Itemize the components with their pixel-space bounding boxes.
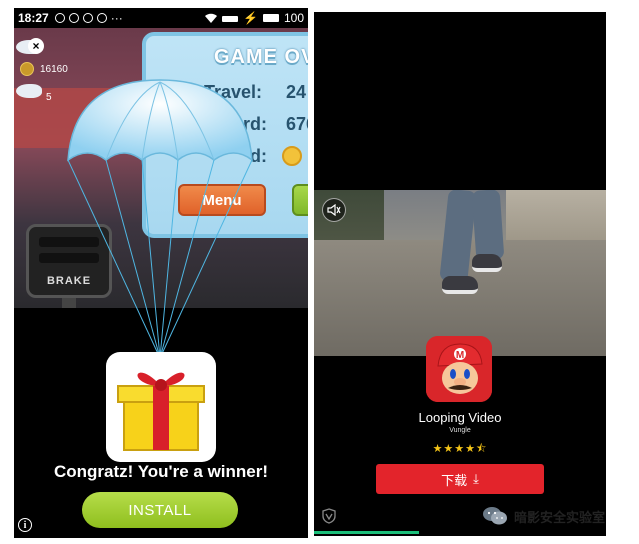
gold-coin-icon [282,146,302,166]
battery-icon [262,14,279,22]
download-label: 下载 [441,472,468,488]
mario-icon: M [426,336,492,402]
shield-icon[interactable] [322,508,336,524]
signal-icon [222,16,239,22]
download-icon: ⤓ [473,471,479,486]
svg-text:M: M [456,350,464,361]
speaker-muted-icon [327,204,341,216]
panel-title: GAME OV [214,46,308,68]
watermark-text: 暗影安全实验室 [514,509,606,525]
coin-icon [20,62,34,76]
charging-icon: ⚡ [243,11,258,25]
gift-app-icon[interactable] [106,352,216,462]
status-right: ⚡ 100 [205,11,304,25]
play-again-button[interactable] [292,184,308,216]
app-title: Looping Video [418,410,502,425]
video-scene-leg [471,190,505,261]
status-bar: 18:27 ··· ⚡ 100 [14,8,308,28]
video-scene-shoe [442,276,478,294]
rating-stars: ★★★★⯪ [432,443,488,455]
travel-value: 24 [286,82,307,102]
install-button[interactable]: INSTALL [82,492,238,528]
lives-count: 5 [46,92,52,103]
mute-icon[interactable] [322,198,346,222]
battery-level: 100 [283,11,304,25]
right-phone-screen: M Looping Video Vungle ★★★★⯪ 下载 ⤓ [314,12,606,536]
record-value: 676 [286,114,308,134]
download-button[interactable]: 下载 ⤓ [376,464,544,494]
gift-box-icon [117,372,205,451]
left-phone-screen: 18:27 ··· ⚡ 100 × 16160 5 GAME OV Travel… [14,8,308,538]
video-player[interactable] [314,190,606,356]
info-icon[interactable]: i [18,518,32,532]
parachute-icon [67,79,253,359]
close-ad-button[interactable]: × [28,38,44,54]
status-time: 18:27 [18,11,49,25]
refresh-icon [82,13,93,23]
notification-icon [54,13,65,23]
score-value: 16160 [40,63,68,75]
video-progress-bar [314,531,420,534]
globe-icon [96,13,107,23]
app-publisher: Vungle [449,427,471,434]
congrats-text: Congratz! You're a winner! [53,462,269,481]
wechat-icon [483,507,507,525]
wifi-icon [205,13,218,23]
video-scene-shoe [472,254,502,272]
sync-icon [68,13,79,23]
score-display: 16160 [20,62,68,76]
app-icon[interactable]: M [426,336,492,402]
bird-sprite [16,84,42,98]
watermark: 暗影安全实验室 [482,506,605,526]
status-icons: ··· [54,11,123,25]
status-more: ··· [110,11,123,25]
